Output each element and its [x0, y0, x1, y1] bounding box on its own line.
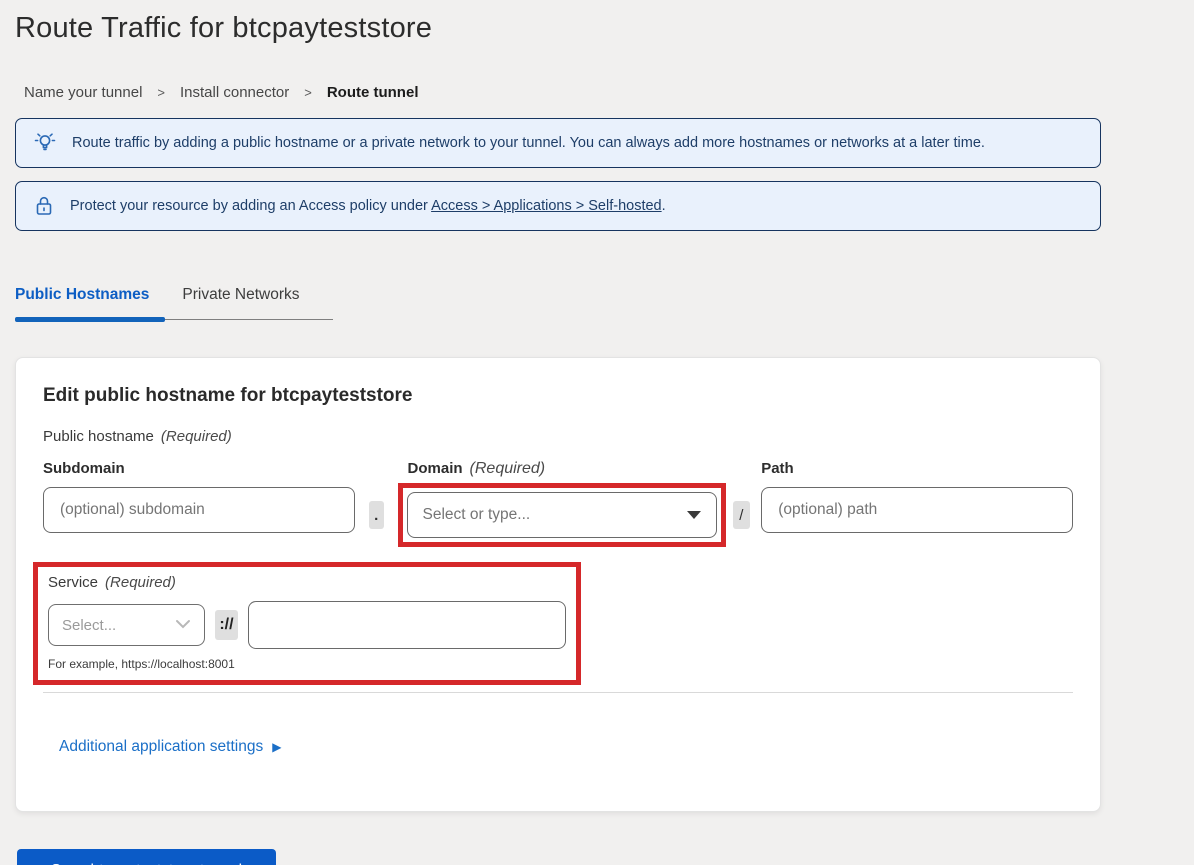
scheme-separator: :// [215, 610, 237, 640]
path-label: Path [761, 460, 1073, 477]
tab-private-networks[interactable]: Private Networks [182, 286, 299, 320]
route-info-text: Route traffic by adding a public hostnam… [72, 135, 985, 151]
subdomain-field-group: Subdomain [43, 460, 355, 533]
slash-separator: / [733, 501, 751, 529]
breadcrumb-separator: > [304, 85, 312, 100]
subdomain-input[interactable] [43, 487, 355, 533]
route-traffic-page: Route Traffic for btcpayteststore Name y… [0, 0, 1194, 865]
required-tag: (Required) [105, 574, 176, 591]
additional-settings-label: Additional application settings [59, 738, 263, 756]
breadcrumb-install-connector[interactable]: Install connector [180, 84, 289, 101]
lightbulb-icon [33, 131, 57, 155]
service-type-placeholder: Select... [62, 617, 116, 634]
expand-arrow-icon: ▶ [272, 741, 281, 753]
breadcrumb: Name your tunnel > Install connector > R… [15, 84, 1194, 101]
required-tag: (Required) [470, 460, 546, 477]
domain-select-placeholder: Select or type... [423, 506, 531, 524]
service-example-text: For example, https://localhost:8001 [48, 657, 566, 671]
tab-public-hostnames[interactable]: Public Hostnames [15, 286, 149, 320]
caret-down-icon [687, 511, 701, 519]
additional-application-settings-link[interactable]: Additional application settings ▶ [59, 738, 281, 756]
hostname-tabs: Public Hostnames Private Networks [15, 286, 333, 320]
save-tunnel-button[interactable]: Save btcpayteststore tunnel [17, 849, 276, 865]
domain-field-group: Domain (Required) Select or type... [398, 460, 726, 547]
card-divider [43, 692, 1073, 693]
card-title: Edit public hostname for btcpayteststore [43, 385, 1073, 407]
domain-highlight-box: Select or type... [398, 483, 726, 547]
hostname-fields-row: Subdomain . Domain (Required) Select or t… [43, 460, 1073, 547]
page-title: Route Traffic for btcpayteststore [15, 12, 1194, 45]
route-info-banner: Route traffic by adding a public hostnam… [15, 118, 1101, 168]
breadcrumb-name-your-tunnel[interactable]: Name your tunnel [24, 84, 142, 101]
access-policy-banner: Protect your resource by adding an Acces… [15, 181, 1101, 231]
path-input[interactable] [761, 487, 1073, 533]
subdomain-label: Subdomain [43, 460, 355, 477]
chevron-down-icon [175, 616, 191, 634]
domain-label: Domain [408, 460, 463, 477]
lock-icon [33, 194, 55, 218]
breadcrumb-route-tunnel: Route tunnel [327, 84, 419, 101]
service-label: Service(Required) [48, 574, 566, 591]
service-highlight-box: Service(Required) Select... :// For exam… [33, 562, 581, 685]
edit-hostname-card: Edit public hostname for btcpayteststore… [15, 357, 1101, 812]
access-policy-text: Protect your resource by adding an Acces… [70, 198, 666, 214]
breadcrumb-separator: > [157, 85, 165, 100]
access-applications-link[interactable]: Access > Applications > Self-hosted [431, 198, 662, 214]
service-controls: Select... :// [48, 601, 566, 649]
required-tag: (Required) [161, 428, 232, 445]
access-policy-text-before: Protect your resource by adding an Acces… [70, 198, 431, 214]
domain-select[interactable]: Select or type... [407, 492, 717, 538]
path-field-group: Path [761, 460, 1073, 533]
service-url-input[interactable] [248, 601, 566, 649]
public-hostname-label: Public hostname(Required) [43, 428, 1073, 445]
dot-separator: . [369, 501, 384, 529]
service-type-select[interactable]: Select... [48, 604, 205, 646]
domain-label-row: Domain (Required) [408, 460, 726, 478]
access-policy-text-after: . [662, 198, 666, 214]
